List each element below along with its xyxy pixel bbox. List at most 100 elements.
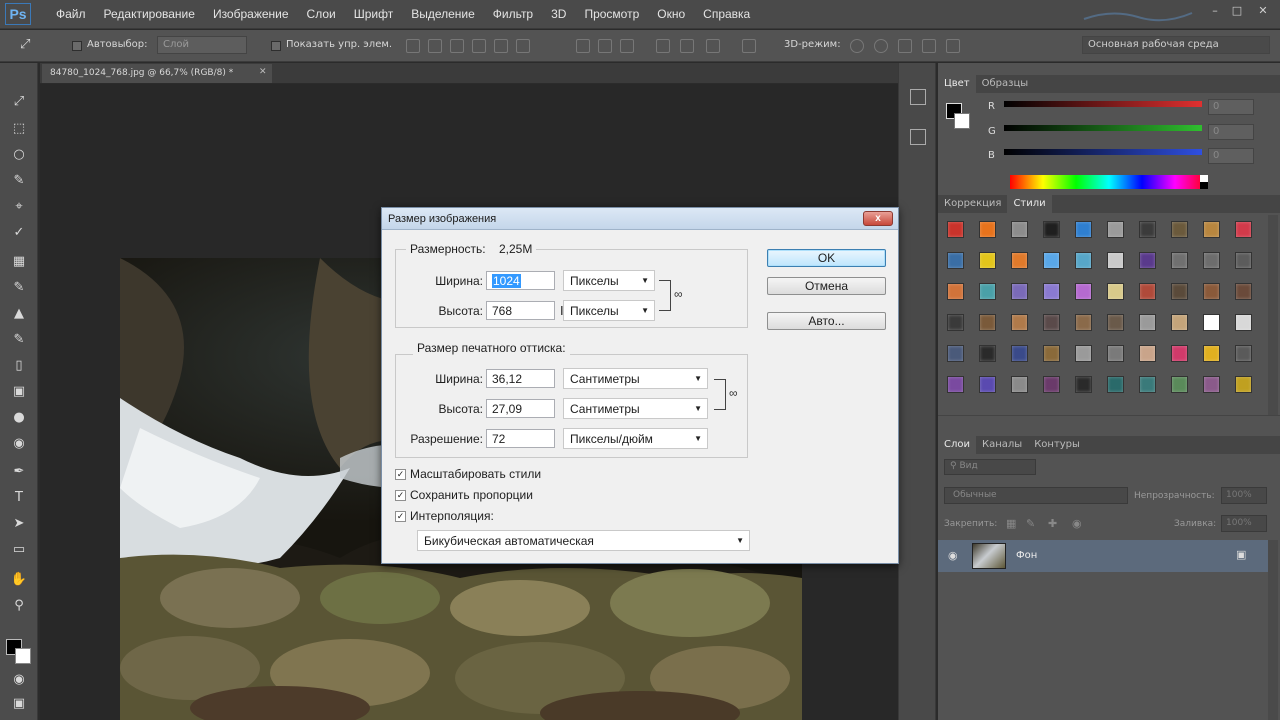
spectrum-black-white[interactable]	[1200, 175, 1208, 189]
resolution-unit-select[interactable]: Пикселы/дюйм ▼	[563, 428, 708, 449]
screen-mode-icon[interactable]: ▣	[8, 695, 30, 713]
align-right-icon[interactable]	[516, 39, 530, 53]
autoselect-select[interactable]: Слой	[157, 36, 247, 54]
align-top-icon[interactable]	[406, 39, 420, 53]
tab-adjustments[interactable]: Коррекция	[938, 195, 1007, 213]
clone-stamp-tool-icon[interactable]: ▲	[8, 305, 30, 323]
distribute-bottom-icon[interactable]	[620, 39, 634, 53]
align-hcenter-icon[interactable]	[494, 39, 508, 53]
constrain-proportions-checkbox[interactable]: ✓	[395, 490, 406, 501]
pen-tool-icon[interactable]: ✒	[8, 463, 30, 481]
shape-tool-icon[interactable]: ▭	[8, 541, 30, 559]
style-swatch[interactable]	[1171, 376, 1188, 393]
height-unit-select[interactable]: Пикселы ▼	[563, 300, 655, 321]
style-swatch[interactable]	[1235, 283, 1252, 300]
resolution-field[interactable]: 72	[486, 429, 555, 448]
style-swatch[interactable]	[1011, 221, 1028, 238]
style-swatch[interactable]	[979, 376, 996, 393]
style-swatch[interactable]	[1043, 376, 1060, 393]
layers-scrollbar[interactable]	[1268, 540, 1278, 720]
style-swatch[interactable]	[979, 221, 996, 238]
3d-scale-icon[interactable]	[946, 39, 960, 53]
autoselect-checkbox[interactable]	[72, 41, 82, 51]
close-tab-icon[interactable]: ✕	[259, 67, 267, 77]
style-swatch[interactable]	[1139, 283, 1156, 300]
style-swatch[interactable]	[1235, 376, 1252, 393]
slider-track-b[interactable]	[1004, 149, 1202, 155]
gradient-tool-icon[interactable]: ▣	[8, 383, 30, 401]
lock-transparent-icon[interactable]: ▦	[1006, 517, 1016, 530]
quick-selection-tool-icon[interactable]: ✎	[8, 172, 30, 190]
style-swatch[interactable]	[947, 283, 964, 300]
style-swatch[interactable]	[1107, 376, 1124, 393]
quick-mask-icon[interactable]: ◉	[8, 671, 30, 689]
style-swatch[interactable]	[1043, 314, 1060, 331]
height-field[interactable]: 768	[486, 301, 555, 320]
menu-image[interactable]: Изображение	[204, 7, 298, 21]
style-swatch[interactable]	[1075, 345, 1092, 362]
lock-position-icon[interactable]: ✚	[1048, 517, 1057, 530]
style-swatch[interactable]	[1139, 314, 1156, 331]
style-swatch[interactable]	[1203, 221, 1220, 238]
dialog-titlebar[interactable]: Размер изображения x	[382, 208, 898, 230]
width-unit-select[interactable]: Пикселы ▼	[563, 270, 655, 291]
slider-value-r[interactable]: 0	[1208, 99, 1254, 115]
menu-3d[interactable]: 3D	[542, 7, 575, 21]
dialog-close-button[interactable]: x	[863, 211, 893, 226]
type-tool-icon[interactable]: T	[8, 489, 30, 507]
style-swatch[interactable]	[1235, 345, 1252, 362]
style-swatch[interactable]	[1011, 314, 1028, 331]
marquee-tool-icon[interactable]: ⬚	[8, 120, 30, 138]
history-brush-tool-icon[interactable]: ✎	[8, 331, 30, 349]
healing-brush-tool-icon[interactable]: ▦	[8, 253, 30, 271]
menu-filter[interactable]: Фильтр	[484, 7, 542, 21]
distribute-vcenter-icon[interactable]	[598, 39, 612, 53]
3d-roll-icon[interactable]	[874, 39, 888, 53]
fill-field[interactable]: 100%	[1221, 515, 1267, 532]
style-swatch[interactable]	[1107, 283, 1124, 300]
tab-paths[interactable]: Контуры	[1028, 436, 1086, 454]
style-swatch[interactable]	[1075, 283, 1092, 300]
eraser-tool-icon[interactable]: ▯	[8, 357, 30, 375]
styles-scrollbar[interactable]	[1268, 215, 1278, 415]
style-swatch[interactable]	[1107, 314, 1124, 331]
ok-button[interactable]: OK	[767, 249, 886, 267]
slider-track-g[interactable]	[1004, 125, 1202, 131]
style-swatch[interactable]	[979, 314, 996, 331]
style-swatch[interactable]	[1043, 345, 1060, 362]
blend-mode-select[interactable]: Обычные	[944, 487, 1128, 504]
history-panel-icon[interactable]	[910, 89, 926, 105]
style-swatch[interactable]	[1171, 283, 1188, 300]
resample-method-select[interactable]: Бикубическая автоматическая ▼	[417, 530, 750, 551]
layer-filter-select[interactable]: ⚲ Вид	[944, 459, 1036, 475]
eyedropper-tool-icon[interactable]: ✓	[8, 224, 30, 242]
style-swatch[interactable]	[1107, 221, 1124, 238]
workspace-select[interactable]: Основная рабочая среда	[1082, 36, 1270, 54]
style-swatch[interactable]	[1203, 314, 1220, 331]
style-swatch[interactable]	[1011, 345, 1028, 362]
minimize-icon[interactable]: –	[1204, 4, 1226, 20]
background-color-chip[interactable]	[954, 113, 970, 129]
style-swatch[interactable]	[1011, 283, 1028, 300]
tab-color[interactable]: Цвет	[938, 75, 976, 93]
align-left-icon[interactable]	[472, 39, 486, 53]
style-swatch[interactable]	[1107, 345, 1124, 362]
3d-pan-icon[interactable]	[898, 39, 912, 53]
properties-panel-icon[interactable]	[910, 129, 926, 145]
print-height-field[interactable]: 27,09	[486, 399, 555, 418]
move-tool-icon[interactable]: ⤢	[20, 37, 30, 52]
print-height-unit-select[interactable]: Сантиметры ▼	[563, 398, 708, 419]
show-controls-checkbox[interactable]	[271, 41, 281, 51]
print-width-field[interactable]: 36,12	[486, 369, 555, 388]
style-swatch[interactable]	[1171, 314, 1188, 331]
menu-file[interactable]: Файл	[47, 7, 95, 21]
style-swatch[interactable]	[1075, 314, 1092, 331]
style-swatch[interactable]	[1139, 252, 1156, 269]
resample-checkbox[interactable]: ✓	[395, 511, 406, 522]
scale-styles-checkbox[interactable]: ✓	[395, 469, 406, 480]
maximize-icon[interactable]: □	[1226, 4, 1248, 20]
blur-tool-icon[interactable]: ●	[8, 409, 30, 427]
style-swatch[interactable]	[979, 283, 996, 300]
align-bottom-icon[interactable]	[450, 39, 464, 53]
cancel-button[interactable]: Отмена	[767, 277, 886, 295]
